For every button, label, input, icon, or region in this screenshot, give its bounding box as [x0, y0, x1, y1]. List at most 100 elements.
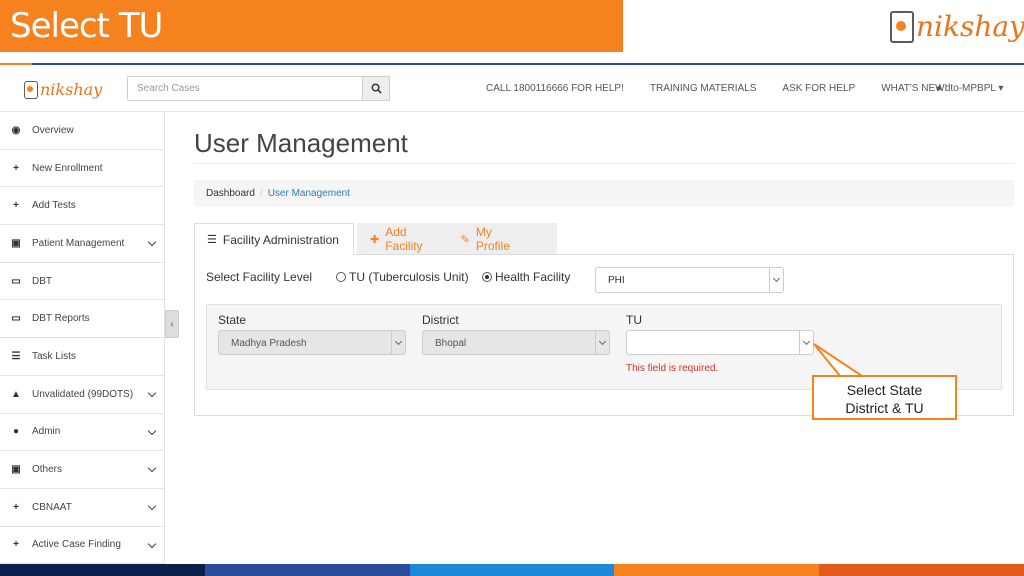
- tab-label: Facility Administration: [222, 232, 339, 247]
- plus-icon: +: [13, 539, 19, 551]
- sidebar-item-label: Patient Management: [32, 237, 125, 249]
- user-menu[interactable]: ● dto-MPBPL ▾: [936, 83, 1003, 94]
- phone-icon: [890, 10, 914, 43]
- collapse-sidebar-button[interactable]: ‹: [165, 310, 179, 338]
- plus-icon: ✚: [370, 233, 380, 246]
- slide: Select TU nikshay nikshay CALL 180011666…: [0, 0, 1024, 576]
- nav-links: CALL 1800116666 FOR HELP! TRAINING MATER…: [486, 83, 973, 94]
- title-banner: Select TU: [0, 0, 623, 52]
- sidebar-item-label: Task Lists: [32, 350, 76, 362]
- user-icon: ●: [936, 83, 943, 94]
- callout-box: Select State District & TU: [812, 375, 957, 420]
- list-icon: ☰: [207, 234, 217, 246]
- state-select[interactable]: Madhya Pradesh: [218, 330, 406, 355]
- logo-text: nikshay: [916, 10, 1024, 43]
- tab-add-facility[interactable]: ✚ Add Facility: [370, 225, 435, 253]
- district-label: District: [422, 313, 459, 327]
- nav-link-training[interactable]: TRAINING MATERIALS: [650, 83, 757, 94]
- select-value: Bhopal: [435, 338, 467, 349]
- select-value: Madhya Pradesh: [231, 338, 307, 349]
- sidebar-item-admin[interactable]: ● Admin: [0, 414, 164, 452]
- tab-label: My Profile: [475, 225, 510, 253]
- radio-tu[interactable]: TU (Tuberculosis Unit): [336, 270, 469, 284]
- tab-my-profile[interactable]: ✎ My Profile: [461, 225, 518, 253]
- sidebar-item-label: CBNAAT: [32, 501, 72, 513]
- tab-group: ✚ Add Facility ✎ My Profile: [357, 223, 557, 255]
- warning-icon: ▲: [11, 388, 21, 400]
- sidebar-item-label: DBT Reports: [32, 313, 90, 325]
- search-button[interactable]: [362, 76, 390, 101]
- sidebar-item-others[interactable]: ▣ Others: [0, 451, 164, 489]
- tu-error-message: This field is required.: [626, 363, 719, 374]
- sidebar-item-overview[interactable]: ◉ Overview: [0, 112, 164, 150]
- radio-health-facility[interactable]: Health Facility: [482, 270, 570, 284]
- sidebar-item-label: DBT: [32, 275, 52, 287]
- sidebar-item-add-tests[interactable]: + Add Tests: [0, 187, 164, 226]
- breadcrumb-dashboard[interactable]: Dashboard: [206, 188, 255, 199]
- district-select[interactable]: Bhopal: [422, 330, 610, 355]
- chevron-down-icon: [147, 388, 157, 398]
- select-value: PHI: [608, 275, 625, 286]
- sidebar-item-patient-management[interactable]: ▣ Patient Management: [0, 225, 164, 263]
- plus-icon: +: [13, 162, 19, 174]
- nav-link-call-help[interactable]: CALL 1800116666 FOR HELP!: [486, 83, 624, 94]
- sidebar-item-label: Active Case Finding: [32, 539, 121, 551]
- search-input[interactable]: [127, 76, 363, 101]
- phone-icon: [24, 80, 38, 99]
- id-card-icon: ▣: [11, 237, 21, 249]
- divider-line: [0, 63, 1024, 65]
- chevron-down-icon: [147, 463, 157, 473]
- tab-facility-administration[interactable]: ☰ Facility Administration: [194, 223, 354, 255]
- sidebar-item-new-enrollment[interactable]: + New Enrollment: [0, 150, 164, 188]
- id-card-icon: ▣: [11, 464, 21, 476]
- sidebar-item-cbnaat[interactable]: + CBNAAT: [0, 489, 164, 527]
- money-icon: ▭: [11, 275, 21, 287]
- footer-stripe-segment: [819, 564, 1024, 576]
- slide-title: Select TU: [10, 6, 163, 46]
- breadcrumb-user-management: User Management: [267, 188, 350, 199]
- money-icon: ▭: [11, 313, 21, 325]
- chevron-down-icon: [391, 331, 405, 354]
- facility-level-select[interactable]: PHI: [595, 267, 784, 293]
- callout-text: Select State: [846, 382, 923, 398]
- radio-button[interactable]: [336, 272, 346, 282]
- chevron-down-icon: [595, 331, 609, 354]
- chevron-down-icon: [147, 539, 157, 548]
- chevron-down-icon: [769, 268, 783, 292]
- state-label: State: [218, 313, 247, 327]
- sidebar: ◉ Overview + New Enrollment + Add Tests ▣ Patie…: [0, 112, 165, 565]
- footer-stripe: [0, 564, 1024, 576]
- tab-label: Add Facility: [385, 225, 423, 253]
- page-title: User Management: [194, 128, 408, 158]
- sidebar-item-dbt-reports[interactable]: ▭ DBT Reports: [0, 300, 164, 339]
- title-divider: [194, 163, 1014, 164]
- app-logo[interactable]: nikshay: [24, 80, 102, 99]
- caret-down-icon: ▾: [998, 83, 1004, 94]
- footer-stripe-segment: [409, 564, 615, 576]
- tu-select[interactable]: [626, 330, 814, 355]
- sidebar-item-dbt[interactable]: ▭ DBT: [0, 263, 164, 301]
- sidebar-item-active-case-finding[interactable]: + Active Case Finding: [0, 527, 164, 565]
- footer-stripe-segment: [204, 564, 410, 576]
- chevron-down-icon: [147, 426, 157, 435]
- nav-link-ask-help[interactable]: ASK FOR HELP: [782, 83, 855, 94]
- nikshay-logo: nikshay: [890, 10, 1024, 43]
- sidebar-item-label: Admin: [32, 426, 61, 438]
- sidebar-item-label: Others: [32, 464, 63, 476]
- radio-label: TU (Tuberculosis Unit): [349, 270, 469, 284]
- chevron-left-icon: ‹: [170, 318, 174, 330]
- sidebar-item-label: Overview: [32, 124, 74, 136]
- radio-button-selected[interactable]: [482, 272, 492, 282]
- breadcrumb: Dashboard / User Management: [194, 180, 1014, 207]
- search-icon: [371, 83, 382, 94]
- list-icon: ☰: [11, 350, 21, 362]
- tu-label: TU: [626, 313, 642, 327]
- chevron-down-icon: [147, 501, 157, 511]
- dashboard-icon: ◉: [11, 124, 21, 136]
- sidebar-item-unvalidated-99dots[interactable]: ▲ Unvalidated (99DOTS): [0, 376, 164, 414]
- user-name: dto-MPBPL: [944, 83, 996, 94]
- chevron-down-icon: [799, 331, 813, 354]
- callout-text: District & TU: [845, 400, 924, 416]
- sidebar-item-label: New Enrollment: [32, 162, 103, 174]
- sidebar-item-task-lists[interactable]: ☰ Task Lists: [0, 338, 164, 376]
